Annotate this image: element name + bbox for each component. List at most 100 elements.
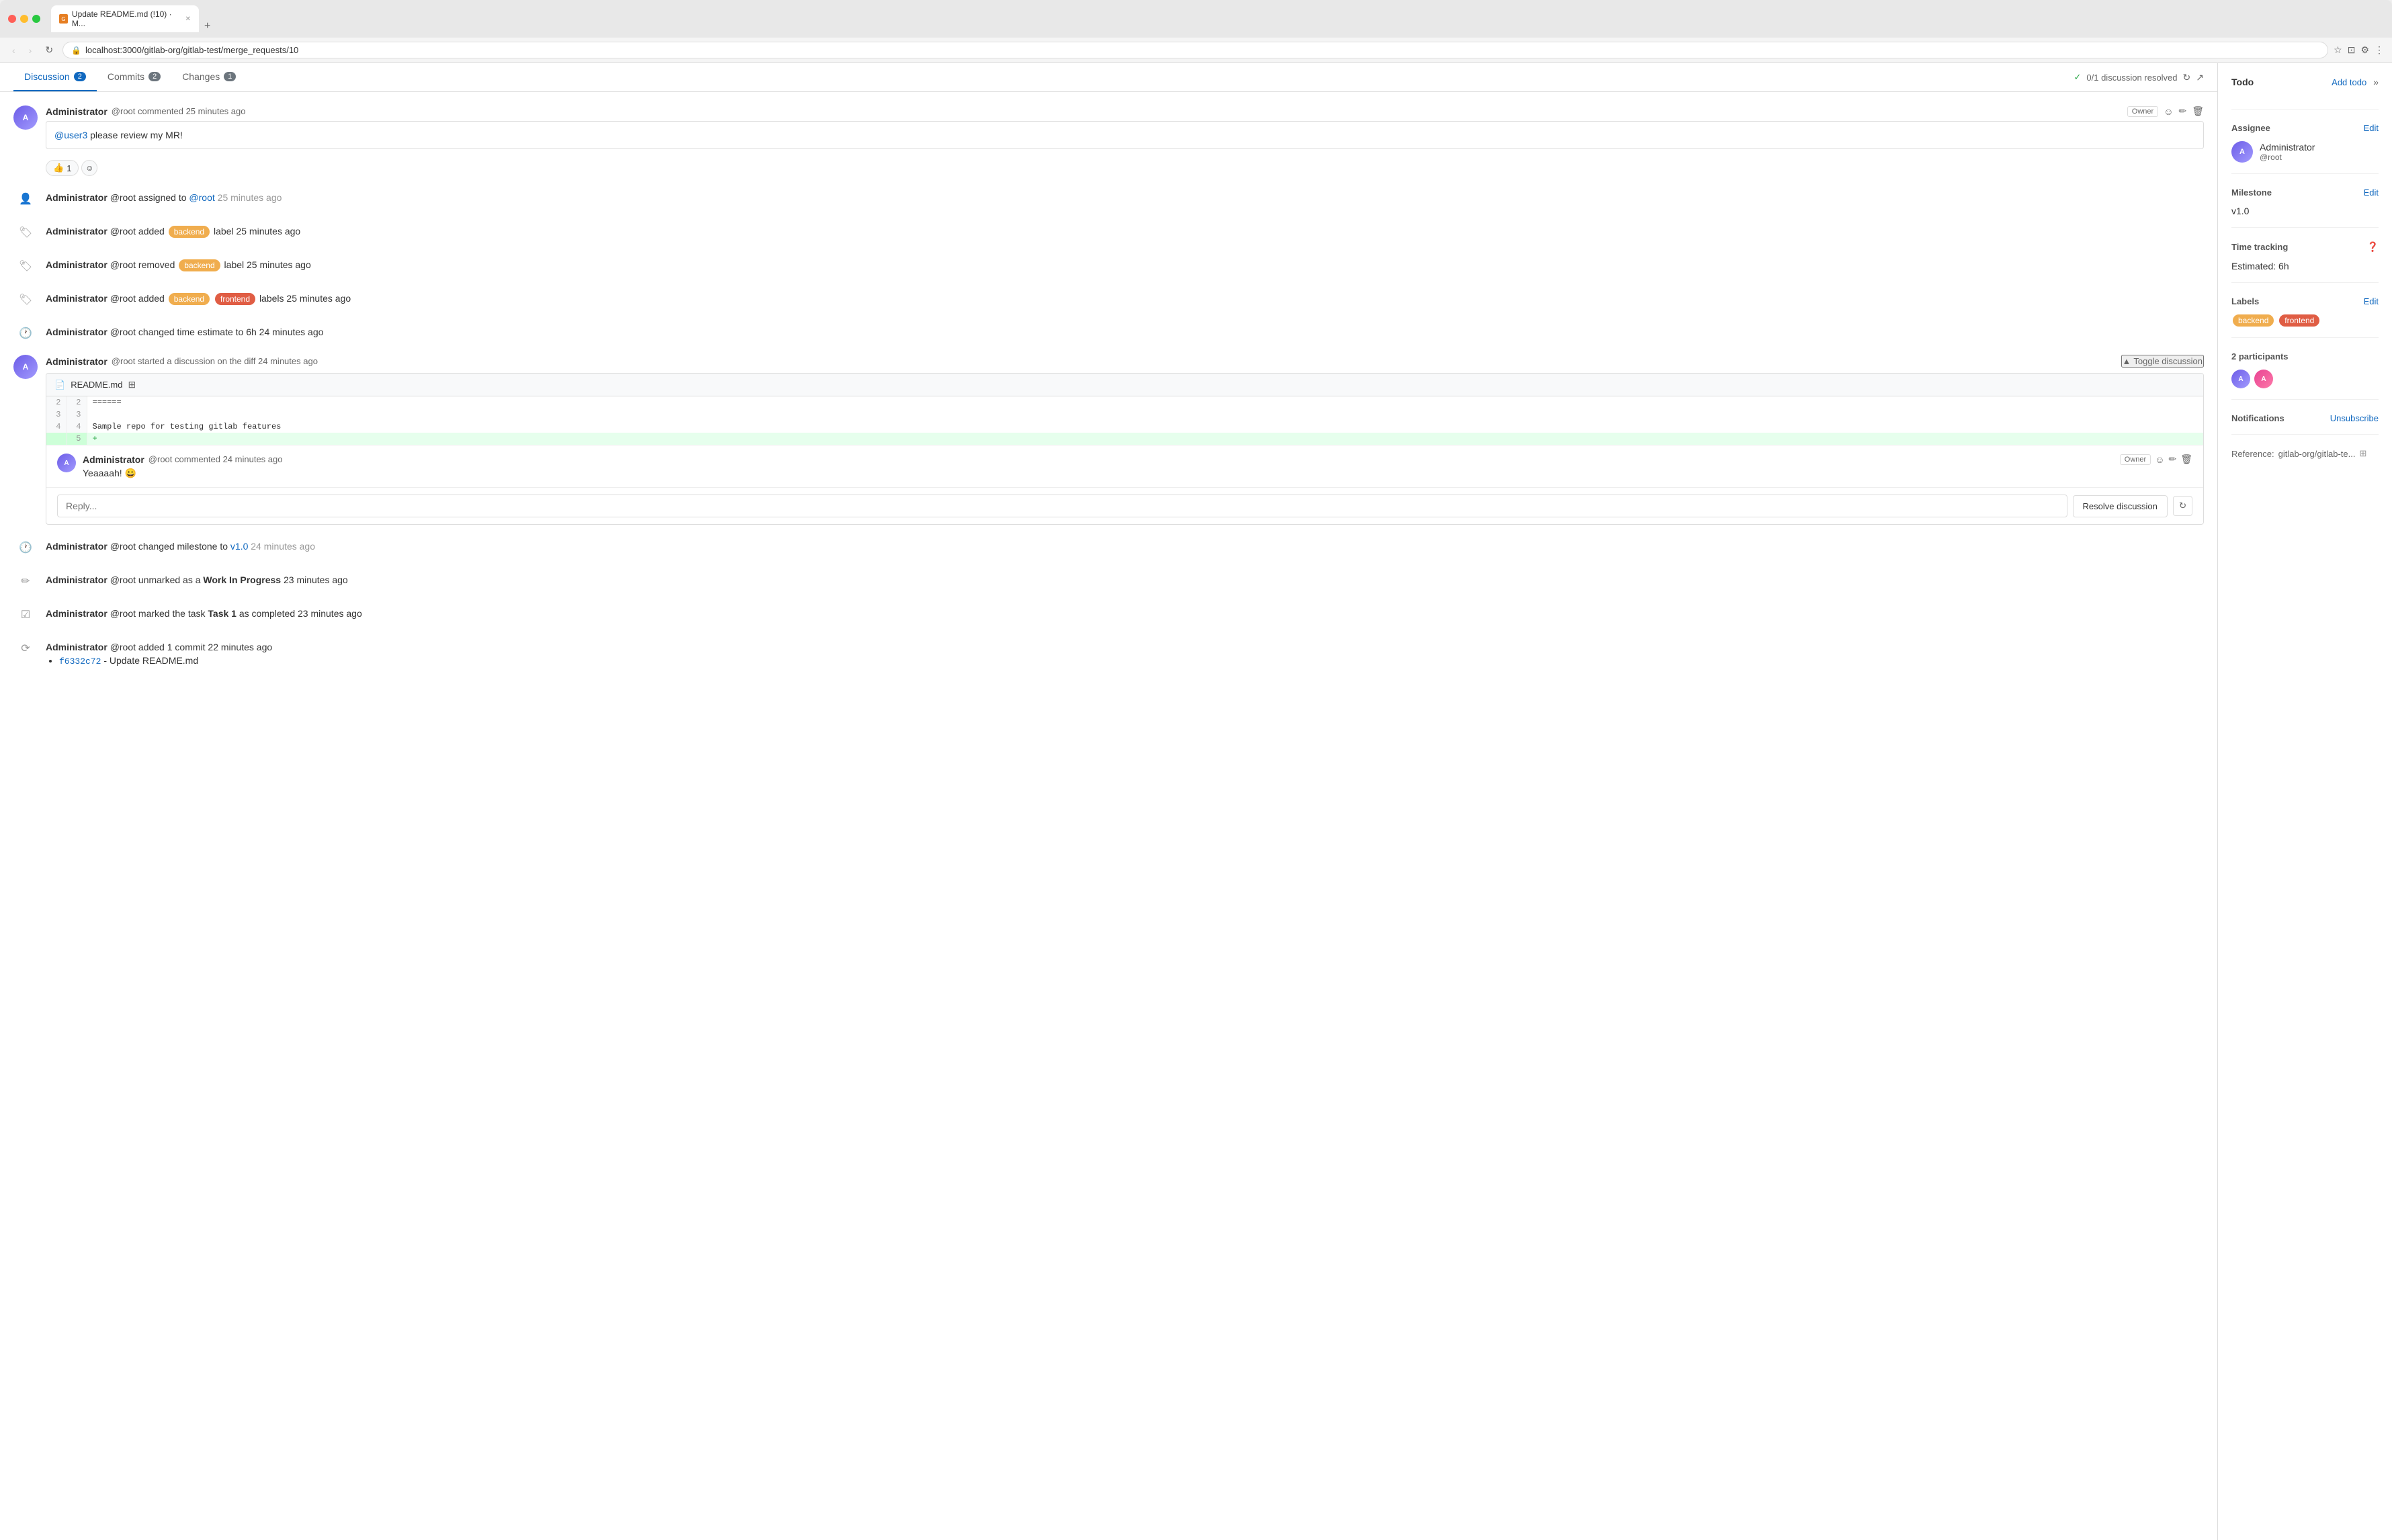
estimated-label: Estimated: bbox=[2231, 261, 2276, 271]
forward-button[interactable]: › bbox=[25, 42, 36, 58]
commits-badge: 2 bbox=[148, 72, 161, 81]
main-content: Discussion 2 Commits 2 Changes 1 ✓ 0/1 d… bbox=[0, 63, 2217, 1540]
wip-label: Work In Progress bbox=[203, 574, 281, 585]
back-button[interactable]: ‹ bbox=[8, 42, 19, 58]
nested-emoji-icon[interactable]: ☺ bbox=[2155, 454, 2164, 465]
reply-input[interactable] bbox=[57, 495, 2067, 517]
expand-icon[interactable]: » bbox=[2373, 77, 2379, 87]
diff-link[interactable]: the diff bbox=[230, 356, 256, 366]
menu-icon[interactable]: ⋮ bbox=[2375, 44, 2384, 56]
notifications-title: Notifications bbox=[2231, 413, 2284, 423]
delete-icon[interactable]: 🗑 bbox=[2192, 105, 2204, 117]
tag-icon: 🏷 bbox=[13, 220, 38, 245]
screen-icon[interactable]: ⊡ bbox=[2348, 44, 2356, 56]
refresh-resolved-icon[interactable]: ↻ bbox=[2183, 72, 2191, 83]
address-bar[interactable]: 🔒 localhost:3000/gitlab-org/gitlab-test/… bbox=[62, 42, 2328, 58]
reference-row: Reference: gitlab-org/gitlab-te... ⊞ bbox=[2231, 448, 2379, 459]
activity-text: Administrator @root changed time estimat… bbox=[46, 321, 323, 337]
activity-commit: ⟳ Administrator @root added 1 commit 22 … bbox=[13, 636, 2204, 667]
refresh-discussion-button[interactable]: ↻ bbox=[2173, 496, 2192, 516]
toggle-label: Toggle discussion bbox=[2133, 356, 2203, 366]
diff-line-num-left bbox=[46, 433, 67, 445]
milestone-section: Milestone Edit v1.0 bbox=[2231, 187, 2379, 228]
star-icon[interactable]: ☆ bbox=[2334, 44, 2342, 56]
backend-label: backend bbox=[169, 293, 210, 305]
clock-icon: 🕐 bbox=[13, 536, 38, 560]
todo-section: Todo Add todo » bbox=[2231, 77, 2379, 110]
diff-line: 3 3 bbox=[46, 409, 2203, 421]
nested-delete-icon[interactable]: 🗑 bbox=[2180, 454, 2192, 465]
milestone-edit[interactable]: Edit bbox=[2364, 187, 2379, 198]
tab-changes[interactable]: Changes 1 bbox=[171, 63, 247, 91]
tabs-nav: Discussion 2 Commits 2 Changes 1 ✓ 0/1 d… bbox=[0, 63, 2217, 92]
diff-line-num-right: 2 bbox=[67, 396, 87, 409]
address-bar-row: ‹ › ↻ 🔒 localhost:3000/gitlab-org/gitlab… bbox=[0, 38, 2392, 63]
assignee-header: Assignee Edit bbox=[2231, 123, 2379, 133]
comment-author: Administrator bbox=[46, 106, 108, 117]
milestone-link[interactable]: v1.0 bbox=[230, 541, 248, 552]
assigned-to: @root bbox=[189, 192, 214, 203]
emoji-reaction[interactable]: 👍 1 bbox=[46, 160, 79, 176]
activity-suffix: label 25 minutes ago bbox=[224, 259, 311, 270]
checkmark-icon: ☑ bbox=[13, 603, 38, 627]
maximize-button[interactable] bbox=[32, 15, 40, 23]
milestone-title: Milestone bbox=[2231, 187, 2272, 198]
diff-block: 📄 README.md ⊞ 2 2 ====== bbox=[46, 373, 2204, 525]
resolve-discussion-button[interactable]: Resolve discussion bbox=[2073, 495, 2168, 517]
share-icon[interactable]: ↗ bbox=[2196, 72, 2204, 83]
milestone-value: v1.0 bbox=[2231, 206, 2379, 216]
traffic-lights bbox=[8, 15, 40, 23]
browser-tab[interactable]: G Update README.md (!10) · M... ✕ bbox=[51, 5, 199, 32]
assignee-edit[interactable]: Edit bbox=[2364, 123, 2379, 133]
add-emoji-button[interactable]: ☺ bbox=[81, 160, 97, 176]
activity-detail: @root changed milestone to bbox=[110, 541, 230, 552]
minimize-button[interactable] bbox=[20, 15, 28, 23]
activity-text: Administrator @root added 1 commit 22 mi… bbox=[46, 636, 272, 667]
labels-edit[interactable]: Edit bbox=[2364, 296, 2379, 306]
backend-label: backend bbox=[2233, 314, 2274, 327]
discussion-meta: @root started a discussion on the diff 2… bbox=[112, 356, 318, 366]
browser-actions: ☆ ⊡ ⚙ ⋮ bbox=[2334, 44, 2384, 56]
toggle-discussion-button[interactable]: ▲ Toggle discussion bbox=[2121, 355, 2205, 368]
copy-reference-icon[interactable]: ⊞ bbox=[2360, 448, 2367, 459]
activity-detail: @root added 1 commit 22 minutes ago bbox=[110, 642, 272, 652]
commit-hash[interactable]: f6332c72 bbox=[59, 656, 101, 667]
activity-detail: @root added bbox=[110, 293, 167, 304]
activity-text: Administrator @root assigned to @root 25… bbox=[46, 187, 282, 203]
discussion-comment-block: A Administrator @root started a discussi… bbox=[13, 355, 2204, 525]
nested-edit-icon[interactable]: ✏ bbox=[2168, 454, 2176, 465]
activity-text: Administrator @root marked the task Task… bbox=[46, 603, 362, 619]
labels-header: Labels Edit bbox=[2231, 296, 2379, 306]
nested-action: commented bbox=[175, 454, 223, 464]
tab-discussion[interactable]: Discussion 2 bbox=[13, 63, 97, 91]
emoji-icon[interactable]: ☺ bbox=[2164, 106, 2173, 117]
activity-detail: @root removed bbox=[110, 259, 178, 270]
edit-icon[interactable]: ✏ bbox=[2178, 105, 2186, 117]
diff-line: 2 2 ====== bbox=[46, 396, 2203, 409]
new-tab-button[interactable]: + bbox=[199, 20, 216, 32]
tab-commits[interactable]: Commits 2 bbox=[97, 63, 171, 91]
discussion-time: 24 minutes ago bbox=[258, 356, 318, 366]
diff-line-num-right: 4 bbox=[67, 421, 87, 433]
activity-task: ☑ Administrator @root marked the task Ta… bbox=[13, 603, 2204, 627]
unsubscribe-button[interactable]: Unsubscribe bbox=[2330, 413, 2379, 423]
nested-comment-content: Administrator @root commented 24 minutes… bbox=[83, 454, 2192, 479]
reload-button[interactable]: ↻ bbox=[41, 42, 57, 58]
todo-title: Todo bbox=[2231, 77, 2254, 87]
nested-role: Owner bbox=[2120, 454, 2151, 465]
assignee-name: Administrator bbox=[2260, 142, 2315, 153]
extensions-icon[interactable]: ⚙ bbox=[2360, 44, 2369, 56]
activity-wip: ✏ Administrator @root unmarked as a Work… bbox=[13, 569, 2204, 593]
activity-suffix: labels 25 minutes ago bbox=[259, 293, 351, 304]
discussion-handle: @root bbox=[112, 356, 136, 366]
tag-icon: 🏷 bbox=[13, 254, 38, 278]
activity-added-both-labels: 🏷 Administrator @root added backend fron… bbox=[13, 288, 2204, 312]
tab-close-icon[interactable]: ✕ bbox=[185, 15, 191, 23]
copy-path-icon[interactable]: ⊞ bbox=[128, 379, 136, 390]
close-button[interactable] bbox=[8, 15, 16, 23]
add-todo-button[interactable]: Add todo bbox=[2332, 77, 2366, 87]
help-icon[interactable]: ❓ bbox=[2367, 241, 2379, 253]
backend-label: backend bbox=[169, 226, 210, 238]
nested-time: 24 minutes ago bbox=[223, 454, 283, 464]
tab-title: Update README.md (!10) · M... bbox=[72, 9, 179, 28]
